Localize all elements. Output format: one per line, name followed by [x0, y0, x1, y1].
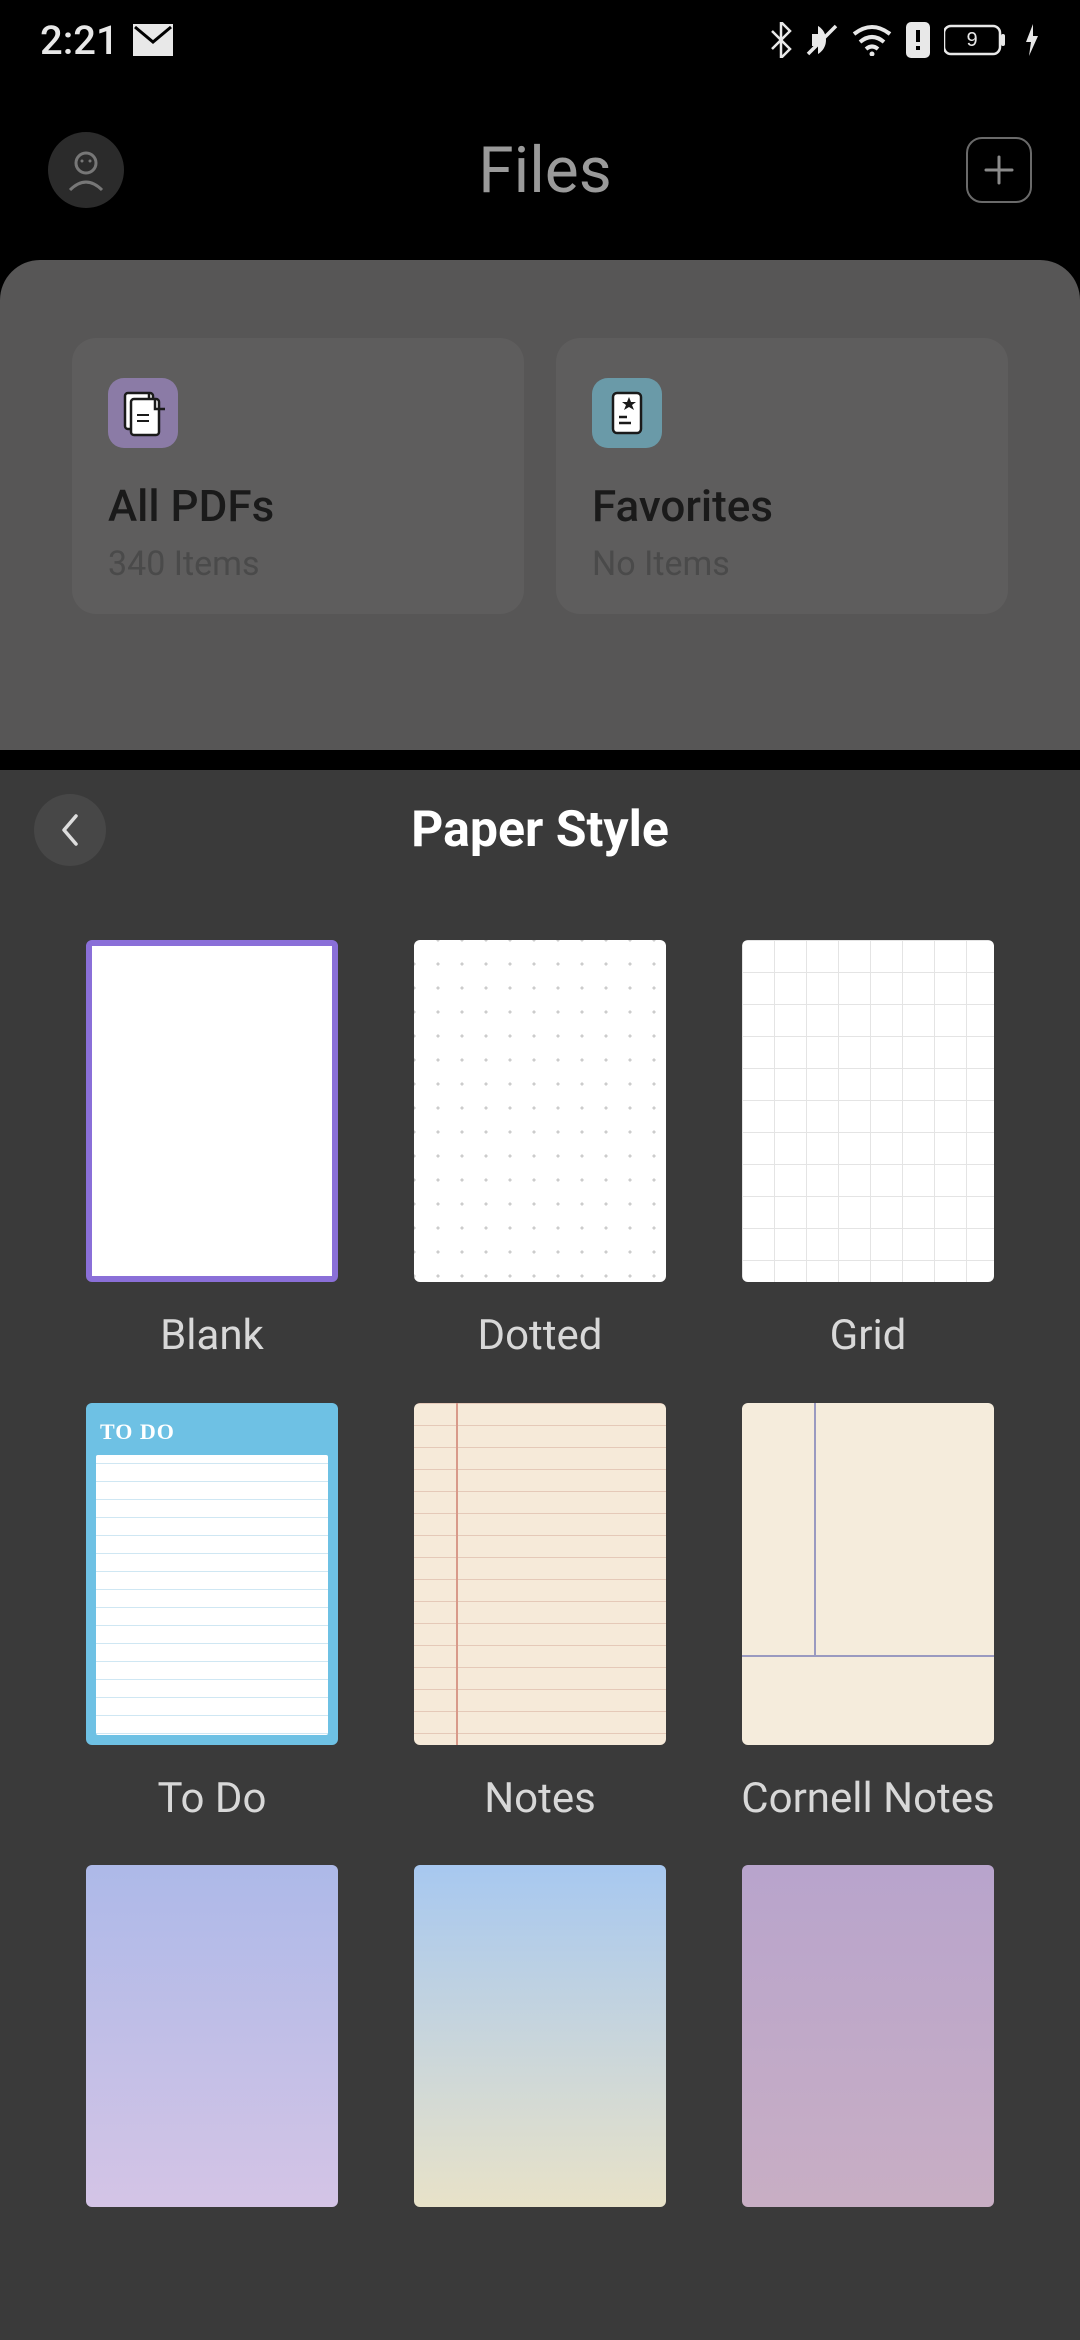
pdf-icon-wrap — [108, 378, 178, 448]
paper-style-grid-option[interactable]: Grid — [724, 940, 1012, 1363]
page-title: Files — [478, 133, 611, 208]
paper-style-cornell[interactable]: Cornell Notes — [724, 1403, 1012, 1826]
bluetooth-icon — [770, 22, 792, 58]
favorite-doc-icon — [607, 389, 647, 437]
alert-icon — [904, 22, 932, 58]
thumb-label: Blank — [160, 1310, 264, 1363]
battery-level: 9 — [966, 29, 977, 51]
card-title: Favorites — [592, 480, 972, 532]
thumb-label: Dotted — [478, 1310, 603, 1363]
profile-avatar-button[interactable] — [48, 132, 124, 208]
card-subtitle: 340 Items — [108, 544, 488, 584]
all-pdfs-card[interactable]: All PDFs 340 Items — [72, 338, 524, 614]
card-subtitle: No Items — [592, 544, 972, 584]
favorites-card[interactable]: Favorites No Items — [556, 338, 1008, 614]
todo-body — [96, 1455, 328, 1735]
card-title: All PDFs — [108, 480, 488, 532]
add-button[interactable] — [966, 137, 1032, 203]
plus-icon — [982, 153, 1016, 187]
paper-style-dotted[interactable]: Dotted — [396, 940, 684, 1363]
paper-style-blank[interactable]: Blank — [68, 940, 356, 1363]
status-bar: 2:21 9 — [0, 0, 1080, 80]
paper-style-grid: Blank Dotted Grid TO DO To Do Notes — [0, 890, 1080, 2235]
paper-style-sheet: Paper Style Blank Dotted Grid TO DO To D… — [0, 770, 1080, 2340]
status-left: 2:21 — [40, 17, 173, 64]
gradient3-thumb — [742, 1865, 994, 2207]
paper-style-notes[interactable]: Notes — [396, 1403, 684, 1826]
thumb-label: Grid — [830, 1310, 907, 1363]
battery-icon: 9 — [944, 24, 1012, 56]
thumb-label: Cornell Notes — [741, 1773, 994, 1826]
mute-icon — [804, 22, 840, 58]
paper-style-gradient-1[interactable] — [68, 1865, 356, 2235]
blank-thumb — [86, 940, 338, 1282]
thumb-label: Notes — [484, 1773, 596, 1826]
status-right: 9 — [770, 22, 1040, 58]
dotted-thumb — [414, 940, 666, 1282]
todo-header-text: TO DO — [96, 1413, 328, 1455]
notes-thumb — [414, 1403, 666, 1745]
paper-style-todo[interactable]: TO DO To Do — [68, 1403, 356, 1826]
status-time: 2:21 — [40, 17, 119, 64]
grid-thumb — [742, 940, 994, 1282]
sheet-header: Paper Style — [0, 770, 1080, 890]
chevron-left-icon — [56, 812, 84, 848]
todo-thumb: TO DO — [86, 1403, 338, 1745]
mail-icon — [133, 24, 173, 56]
sheet-title: Paper Style — [0, 801, 1080, 859]
gradient2-thumb — [414, 1865, 666, 2207]
fav-icon-wrap — [592, 378, 662, 448]
wifi-icon — [852, 24, 892, 56]
paper-style-gradient-2[interactable] — [396, 1865, 684, 2235]
app-header: Files — [0, 80, 1080, 260]
pdf-stack-icon — [121, 389, 165, 437]
paper-style-gradient-3[interactable] — [724, 1865, 1012, 2235]
avatar-icon — [62, 146, 110, 194]
files-cards-area: All PDFs 340 Items Favorites No Items — [0, 260, 1080, 750]
thumb-label: To Do — [158, 1773, 267, 1826]
gradient1-thumb — [86, 1865, 338, 2207]
charging-icon — [1024, 24, 1040, 56]
back-button[interactable] — [34, 794, 106, 866]
cornell-thumb — [742, 1403, 994, 1745]
